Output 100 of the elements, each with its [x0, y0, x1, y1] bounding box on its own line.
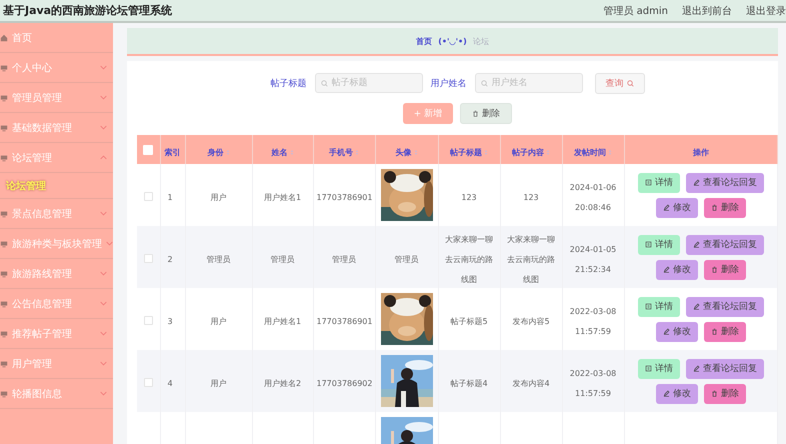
edit-button[interactable]: 修改: [656, 198, 698, 218]
table-cell: 2022-03-08 11:57:59: [570, 369, 616, 398]
delete-button[interactable]: 删除: [704, 198, 746, 218]
detail-button[interactable]: 详情: [638, 296, 680, 316]
column-header: 手机号: [329, 147, 353, 158]
table-cell: 用户姓名1: [264, 317, 302, 326]
pencil-icon: [662, 204, 670, 211]
table-cell: 用户: [210, 379, 226, 388]
table-cell: 2024-01-06 20:08:46: [570, 183, 616, 212]
delete-button[interactable]: 删除: [704, 260, 746, 280]
document-icon: [644, 179, 652, 186]
column-header: 身份: [208, 147, 224, 158]
search-field[interactable]: 用户姓名: [474, 73, 582, 93]
edit-button[interactable]: 修改: [656, 322, 698, 342]
detail-button[interactable]: 详情: [638, 234, 680, 254]
sort-icon[interactable]: [484, 149, 488, 156]
table-cell: 管理员: [206, 255, 230, 264]
delete-button[interactable]: 删除: [704, 384, 746, 404]
user-label: 管理员 admin: [603, 4, 668, 18]
sort-icon[interactable]: [414, 149, 418, 156]
field-label: 帖子标题: [270, 78, 306, 90]
sort-icon[interactable]: [226, 149, 230, 156]
monitor-icon: [0, 330, 8, 338]
trash-icon: [472, 110, 479, 117]
search-button[interactable]: 查询: [594, 72, 644, 94]
sort-icon[interactable]: [546, 149, 550, 156]
monitor-icon: [0, 300, 8, 308]
table-cell: 发布内容4: [512, 379, 550, 388]
home-icon: [0, 34, 8, 42]
pencil-icon: [662, 266, 670, 273]
table-cell: 17703786901: [316, 193, 372, 202]
table-cell: 3: [168, 317, 173, 326]
monitor-icon: [0, 124, 8, 132]
pencil-icon: [692, 241, 700, 248]
document-icon: [644, 303, 652, 310]
table-cell: 123: [523, 193, 539, 202]
table-cell: 用户姓名2: [264, 379, 302, 388]
table-cell: 1: [168, 193, 173, 202]
view-replies-button[interactable]: 查看论坛回复: [686, 296, 764, 316]
checkbox[interactable]: [144, 316, 153, 324]
breadcrumb-item: 论坛: [472, 36, 489, 46]
column-header: 索引: [164, 147, 180, 158]
search-icon: [480, 80, 488, 86]
table-cell: 2024-01-05 21:52:34: [570, 245, 616, 274]
search-icon: [320, 80, 328, 86]
sort-icon[interactable]: [608, 149, 612, 156]
table-cell: 发布内容5: [512, 317, 550, 326]
pencil-icon: [692, 179, 700, 186]
app-title: 基于Java的西南旅游论坛管理系统: [3, 3, 172, 18]
table-cell: 帖子标题4: [450, 379, 488, 388]
column-header: 帖子标题: [450, 147, 482, 158]
table-cell: 大家来聊一聊去云南玩的路线图: [507, 235, 555, 284]
view-replies-button[interactable]: 查看论坛回复: [686, 358, 764, 378]
breadcrumb-item: (•'◡'•): [438, 36, 467, 46]
monitor-icon: [0, 360, 8, 368]
view-replies-button[interactable]: 查看论坛回复: [686, 234, 764, 254]
monitor-icon: [0, 154, 8, 162]
table-cell: 17703786902: [316, 379, 372, 388]
trash-icon: [710, 204, 718, 211]
checkbox[interactable]: [144, 254, 153, 262]
column-header: 帖子内容: [512, 147, 544, 158]
table-cell: 用户: [210, 317, 226, 326]
table-cell: 2: [168, 255, 173, 264]
edit-button[interactable]: 修改: [656, 260, 698, 280]
table-cell: 管理员: [332, 255, 356, 264]
checkbox[interactable]: [144, 378, 153, 386]
column-header: 姓名: [272, 147, 288, 158]
delete-button[interactable]: 删除: [460, 103, 512, 124]
detail-button[interactable]: 详情: [638, 358, 680, 378]
column-header: 头像: [396, 147, 412, 158]
table-cell: 17703786901: [316, 317, 372, 326]
detail-button[interactable]: 详情: [638, 172, 680, 192]
table-cell: 用户姓名1: [264, 193, 302, 202]
checkbox[interactable]: [144, 192, 153, 200]
pencil-icon: [692, 303, 700, 310]
trash-icon: [710, 328, 718, 335]
sort-icon[interactable]: [355, 149, 359, 156]
document-icon: [644, 241, 652, 248]
field-label: 用户姓名: [430, 78, 466, 90]
header-link[interactable]: 退出到前台: [682, 4, 732, 18]
edit-button[interactable]: 修改: [656, 384, 698, 404]
pencil-icon: [662, 328, 670, 335]
view-replies-button[interactable]: 查看论坛回复: [686, 172, 764, 192]
table-cell: 大家来聊一聊去云南玩的路线图: [445, 235, 493, 284]
column-header: 发帖时间: [574, 147, 606, 158]
header-link[interactable]: 退出登录: [746, 4, 786, 18]
monitor-icon: [0, 270, 8, 278]
search-field[interactable]: 帖子标题: [314, 73, 422, 93]
trash-icon: [710, 390, 718, 397]
delete-button[interactable]: 删除: [704, 322, 746, 342]
search-icon: [626, 80, 634, 86]
breadcrumb-item[interactable]: 首页: [416, 36, 432, 46]
sort-icon[interactable]: [290, 149, 294, 156]
monitor-icon: [0, 94, 8, 102]
table-cell: 管理员: [394, 255, 418, 264]
plus-icon: [414, 110, 421, 117]
table-cell: 2022-03-08 11:57:59: [570, 307, 616, 336]
table-cell: 用户: [210, 193, 226, 202]
document-icon: [644, 365, 652, 372]
monitor-icon: [0, 210, 8, 218]
